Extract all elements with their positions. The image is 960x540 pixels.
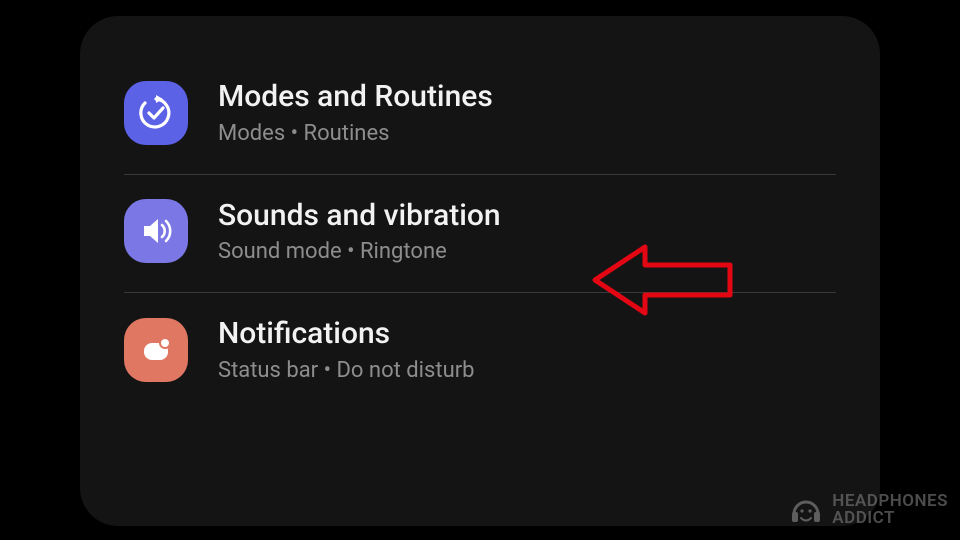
- headphones-addict-logo-icon: [788, 492, 824, 528]
- row-subtitle: Sound mode • Ringtone: [218, 239, 501, 264]
- modes-routines-icon: [124, 81, 188, 145]
- row-text: Notifications Status bar • Do not distur…: [218, 317, 475, 383]
- row-text: Modes and Routines Modes • Routines: [218, 80, 493, 146]
- row-title: Notifications: [218, 317, 475, 352]
- row-subtitle: Modes • Routines: [218, 121, 493, 146]
- settings-card: Modes and Routines Modes • Routines Soun…: [80, 16, 880, 526]
- row-subtitle: Status bar • Do not disturb: [218, 358, 475, 383]
- screenshot-stage: Modes and Routines Modes • Routines Soun…: [0, 0, 960, 540]
- row-title: Modes and Routines: [218, 80, 493, 115]
- watermark: HEADPHONES ADDICT: [788, 492, 948, 528]
- settings-row-modes-and-routines[interactable]: Modes and Routines Modes • Routines: [124, 56, 836, 174]
- row-title: Sounds and vibration: [218, 199, 501, 234]
- notifications-icon: [124, 318, 188, 382]
- settings-row-sounds-and-vibration[interactable]: Sounds and vibration Sound mode • Ringto…: [124, 175, 836, 293]
- watermark-line2: ADDICT: [832, 510, 948, 527]
- settings-row-notifications[interactable]: Notifications Status bar • Do not distur…: [124, 293, 836, 411]
- sound-icon: [124, 199, 188, 263]
- row-text: Sounds and vibration Sound mode • Ringto…: [218, 199, 501, 265]
